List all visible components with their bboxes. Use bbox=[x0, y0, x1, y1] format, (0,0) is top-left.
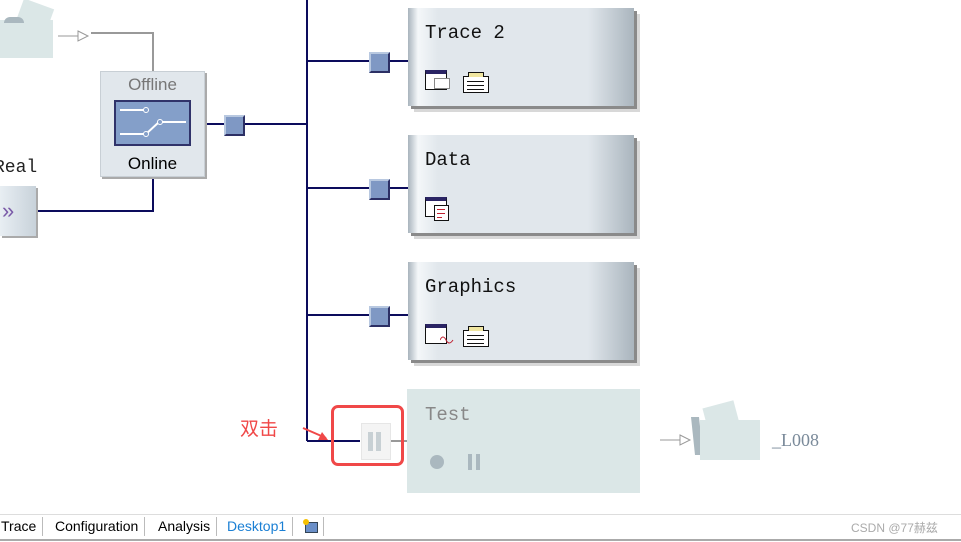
offline-label: Offline bbox=[128, 75, 177, 94]
data-window-icon[interactable] bbox=[425, 197, 449, 221]
connector-square[interactable] bbox=[369, 179, 390, 200]
annotation-label: 双击 bbox=[240, 419, 279, 440]
new-desktop-tab-icon[interactable] bbox=[297, 517, 324, 536]
connector-square[interactable] bbox=[369, 306, 390, 327]
source-folder-icon[interactable] bbox=[0, 0, 55, 58]
tab-configuration[interactable]: Configuration bbox=[49, 517, 146, 536]
switch-icon bbox=[114, 100, 191, 146]
block-title: Trace 2 bbox=[425, 22, 505, 44]
connector-square[interactable] bbox=[369, 52, 390, 73]
tab-trace[interactable]: Trace bbox=[0, 517, 44, 536]
pause-icon[interactable] bbox=[468, 454, 472, 470]
record-icon[interactable] bbox=[430, 455, 444, 469]
chevron-right-icon: » bbox=[2, 198, 15, 223]
graphics-window-icon[interactable] bbox=[425, 324, 454, 344]
logging-label: _L008 bbox=[772, 430, 819, 450]
block-title: Data bbox=[425, 149, 471, 171]
real-label: Real bbox=[0, 158, 38, 178]
online-offline-switch[interactable]: Offline Online bbox=[100, 71, 205, 177]
data-block[interactable]: Data bbox=[408, 135, 634, 233]
test-block[interactable]: Test bbox=[407, 389, 640, 493]
trace-window-icon[interactable] bbox=[425, 70, 450, 90]
logging-folder-icon[interactable] bbox=[691, 400, 760, 461]
notes-icon[interactable] bbox=[463, 72, 489, 93]
graphics-block[interactable]: Graphics bbox=[408, 262, 634, 360]
connector-square[interactable] bbox=[224, 115, 245, 136]
trace-2-block[interactable]: Trace 2 bbox=[408, 8, 634, 106]
online-label: Online bbox=[127, 154, 178, 173]
watermark: CSDN @77赫兹 bbox=[851, 521, 938, 535]
tab-analysis[interactable]: Analysis bbox=[152, 517, 218, 536]
highlight-box bbox=[331, 405, 404, 466]
notes-icon[interactable] bbox=[463, 326, 489, 347]
real-bus-button[interactable]: » bbox=[0, 186, 36, 236]
tab-desktop1[interactable]: Desktop1 bbox=[221, 517, 294, 536]
block-title: Test bbox=[425, 404, 471, 426]
block-title: Graphics bbox=[425, 276, 517, 298]
